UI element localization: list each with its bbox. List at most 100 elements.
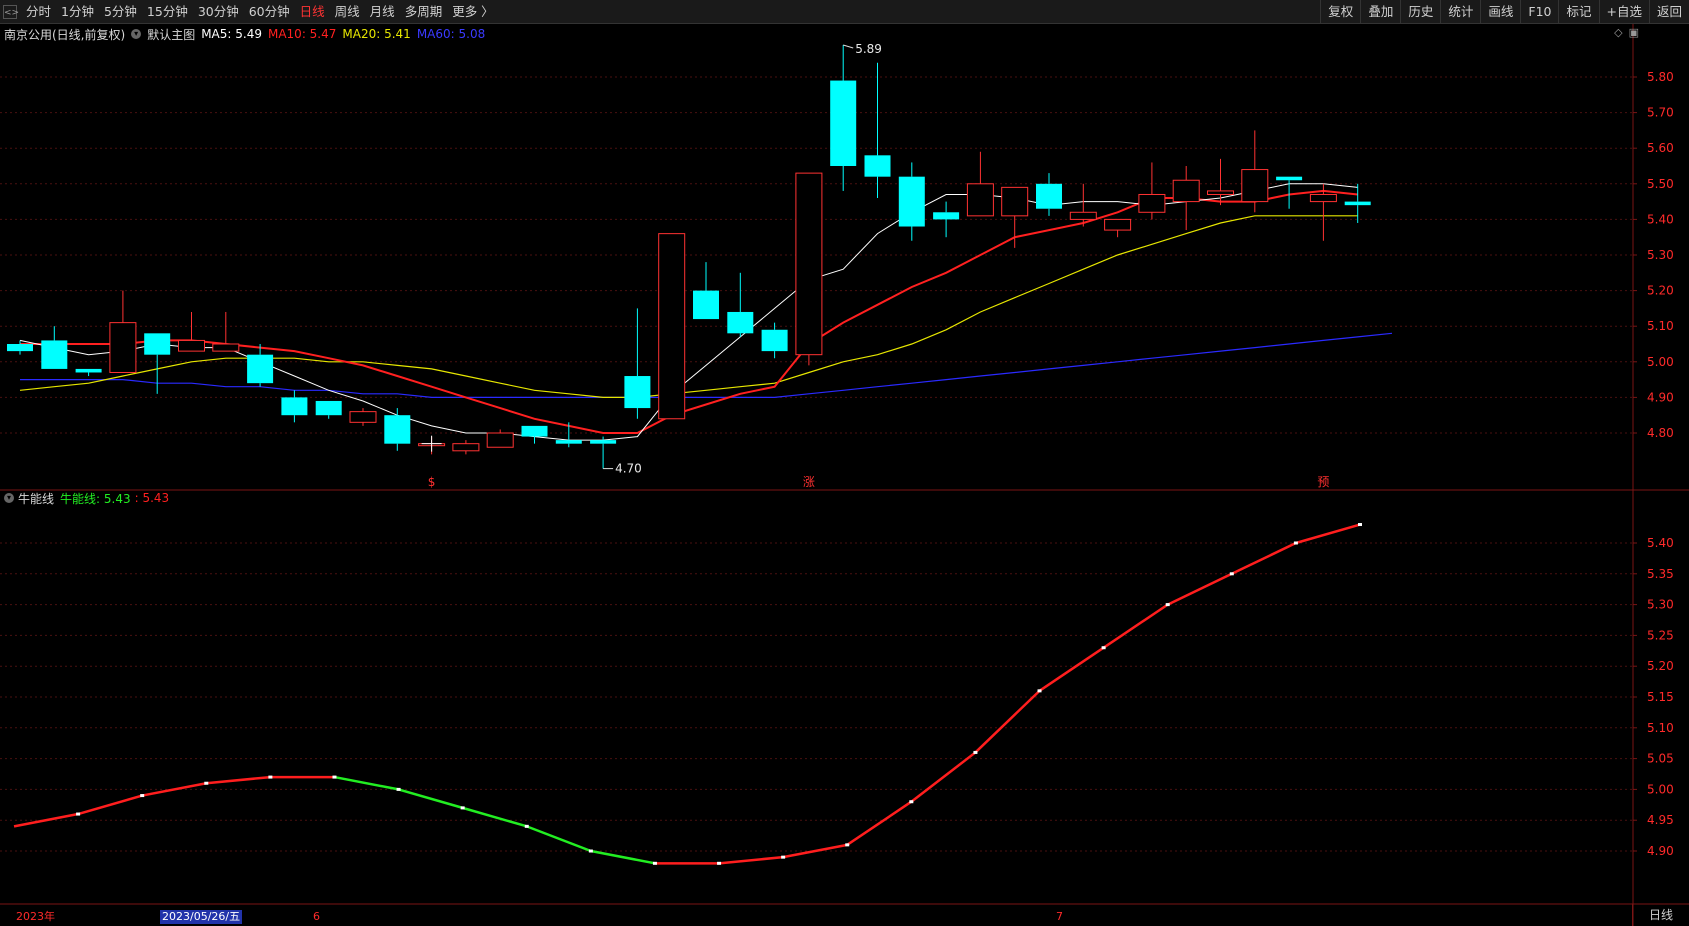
price-tick-label: 5.70 xyxy=(1647,106,1674,120)
bull-line-segment xyxy=(398,788,464,810)
candle-body xyxy=(624,376,651,409)
toolbar-button[interactable]: 历史 xyxy=(1400,0,1440,24)
bull-line-point xyxy=(396,787,401,791)
indicator-tick-label: 5.25 xyxy=(1647,628,1674,642)
candle-body xyxy=(693,290,719,320)
price-tick-label: 5.10 xyxy=(1647,319,1674,333)
collapse-icon[interactable]: <> xyxy=(3,5,19,19)
candle-body xyxy=(1172,179,1200,203)
event-marker: 涨 xyxy=(803,474,815,489)
period-toolbar: <> 分时 1分钟 5分钟 15分钟 30分钟 60分钟 日线 周线 月线 多周期 更多 〉 复权叠… xyxy=(0,0,1689,24)
candle-body xyxy=(521,425,548,437)
ma20-label: MA20: 5.41 xyxy=(342,27,411,41)
period-tab[interactable]: 日线 xyxy=(295,0,330,24)
period-indicator[interactable]: 日线 xyxy=(1632,904,1689,926)
template-name[interactable]: 默认主图 xyxy=(147,26,195,43)
bull-line-point xyxy=(781,855,786,859)
bull-line-point xyxy=(460,806,465,810)
bull-line-segment xyxy=(1231,541,1297,575)
candle-body xyxy=(349,411,377,423)
indicator-tick-label: 4.90 xyxy=(1647,844,1674,858)
price-tick-label: 4.90 xyxy=(1647,390,1674,404)
year-label: 2023年 xyxy=(16,910,55,923)
indicator-tick-label: 5.40 xyxy=(1647,536,1674,550)
bull-line-point xyxy=(973,750,978,754)
bull-line-point xyxy=(524,824,529,828)
candle-body xyxy=(898,176,925,227)
ma5-label: MA5: 5.49 xyxy=(201,27,262,41)
toolbar-button[interactable]: 叠加 xyxy=(1360,0,1400,24)
period-tab[interactable]: 更多 〉 xyxy=(447,0,498,24)
ma10-line xyxy=(20,189,1358,434)
month-6-label: 6 xyxy=(313,910,320,923)
candle-body xyxy=(1241,169,1269,203)
bull-line-segment xyxy=(1295,523,1361,545)
period-tab[interactable]: 周线 xyxy=(330,0,365,24)
bull-line-segment xyxy=(1102,603,1169,649)
candle-body xyxy=(75,368,102,373)
bull-line-point xyxy=(845,843,850,847)
period-tab[interactable]: 月线 xyxy=(365,0,400,24)
toolbar-button[interactable]: 统计 xyxy=(1440,0,1480,24)
candle-body xyxy=(1036,183,1062,209)
kline-chart[interactable]: 5.80 5.70 5.60 5.50 5.40 5.30 5.20 5.10 5.00 4.90… xyxy=(0,24,1689,926)
toolbar-button[interactable]: 标记 xyxy=(1558,0,1598,24)
period-tab[interactable]: 多周期 xyxy=(400,0,448,24)
maximize-icon[interactable]: ▣ xyxy=(1629,26,1639,39)
bull-line-point xyxy=(1358,523,1362,527)
bull-line-value: : 5.43 xyxy=(134,491,170,505)
price-tick-label: 5.40 xyxy=(1647,212,1674,226)
low-label: 4.70 xyxy=(615,462,642,476)
indicator-tick-label: 5.20 xyxy=(1647,659,1674,673)
price-tick-label: 5.20 xyxy=(1647,284,1674,298)
candle-body xyxy=(966,183,994,217)
candle-body xyxy=(1104,218,1132,231)
bull-line-label: 牛能线: 5.43 xyxy=(60,491,131,506)
toolbar-button[interactable]: 返回 xyxy=(1648,0,1689,24)
bull-line-segment xyxy=(526,825,592,853)
candle-body xyxy=(658,233,686,420)
candle-body xyxy=(830,80,857,166)
bull-line-point xyxy=(268,775,273,779)
bull-line-point xyxy=(1165,603,1170,607)
bull-line-point xyxy=(909,800,914,804)
price-tick-label: 5.60 xyxy=(1647,141,1674,155)
ma20-line xyxy=(19,215,1358,398)
candle-body xyxy=(555,440,582,444)
candle-body xyxy=(727,311,754,334)
dropdown-icon[interactable]: ▾ xyxy=(131,29,142,39)
toolbar-button[interactable]: 复权 xyxy=(1320,0,1360,24)
period-tab[interactable]: 15分钟 xyxy=(142,0,193,24)
bull-line-segment xyxy=(782,843,848,859)
dropdown-icon[interactable]: ▾ xyxy=(4,493,14,503)
diamond-icon[interactable]: ◇ xyxy=(1614,26,1622,39)
candle-body xyxy=(144,333,171,355)
bull-line-point xyxy=(1293,541,1298,545)
toolbar-button[interactable]: F10 xyxy=(1520,0,1558,24)
period-tab[interactable]: 60分钟 xyxy=(244,0,295,24)
ma60-label: MA60: 5.08 xyxy=(416,27,486,41)
toolbar-button[interactable]: 画线 xyxy=(1480,0,1520,24)
month-7-label: 7 xyxy=(1056,910,1063,923)
bull-line-segment xyxy=(13,812,79,828)
indicator-name[interactable]: 牛能线 xyxy=(18,490,54,507)
candle-body xyxy=(452,443,480,452)
toolbar-button[interactable]: +自选 xyxy=(1598,0,1649,24)
candle-body xyxy=(212,343,240,352)
stock-title[interactable]: 南京公用(日线,前复权) xyxy=(4,26,125,43)
bull-line-point xyxy=(76,812,81,816)
bull-line-segment xyxy=(910,751,977,803)
price-tick-label: 5.80 xyxy=(1647,70,1674,84)
period-tab[interactable]: 1分钟 xyxy=(56,0,99,24)
period-tab[interactable]: 30分钟 xyxy=(193,0,244,24)
bull-line-segment xyxy=(846,800,913,846)
candle-body xyxy=(761,329,788,352)
cursor-date: 2023/05/26/五 xyxy=(160,910,243,924)
candle-body xyxy=(41,340,68,369)
indicator-tick-label: 5.35 xyxy=(1647,567,1674,581)
main-info-line: 南京公用(日线,前复权) ▾ 默认主图 MA5: 5.49 MA10: 5.47… xyxy=(4,26,491,42)
high-label: 5.89 xyxy=(855,42,882,56)
period-tab[interactable]: 5分钟 xyxy=(99,0,142,24)
period-tab[interactable]: 分时 xyxy=(21,0,56,24)
bull-line-point xyxy=(204,781,209,785)
